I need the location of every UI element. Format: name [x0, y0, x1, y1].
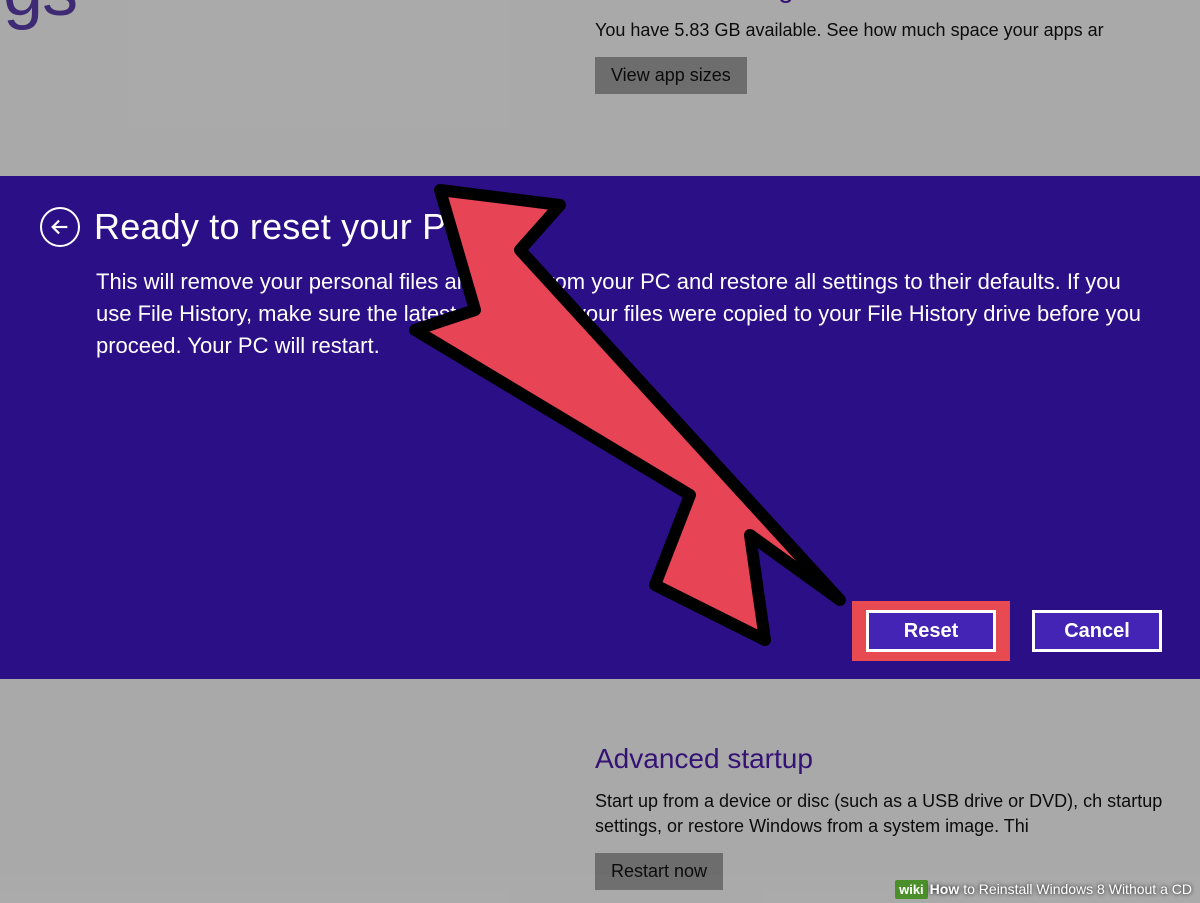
- dialog-body: This will remove your personal files and…: [96, 266, 1156, 362]
- dialog-header: Ready to reset your PC: [40, 206, 1160, 248]
- reset-pc-dialog: Ready to reset your PC This will remove …: [0, 176, 1200, 679]
- caption-how: How: [930, 881, 960, 897]
- wiki-badge: wiki: [895, 880, 928, 899]
- article-caption: wiki How to Reinstall Windows 8 Without …: [0, 875, 1200, 903]
- reset-highlight: Reset: [852, 601, 1010, 661]
- dialog-title: Ready to reset your PC: [94, 206, 473, 248]
- reset-button[interactable]: Reset: [866, 610, 996, 652]
- dialog-actions: Reset Cancel: [852, 601, 1162, 661]
- back-icon[interactable]: [40, 207, 80, 247]
- caption-rest: to Reinstall Windows 8 Without a CD: [963, 881, 1192, 897]
- cancel-button[interactable]: Cancel: [1032, 610, 1162, 652]
